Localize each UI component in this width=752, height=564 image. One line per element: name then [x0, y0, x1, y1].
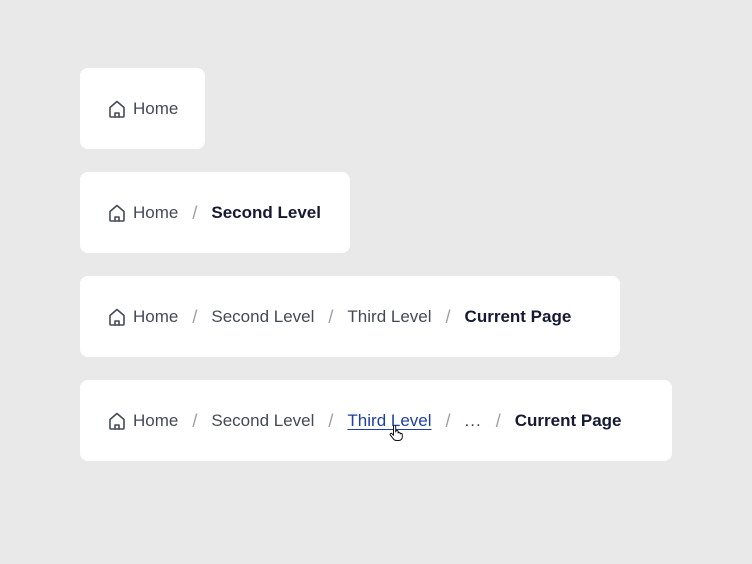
breadcrumb-label-home: Home — [133, 307, 179, 326]
breadcrumb-separator: / — [328, 306, 334, 327]
breadcrumb-item-home[interactable]: Home — [107, 99, 178, 119]
home-icon — [109, 308, 125, 326]
breadcrumb-separator: / — [495, 410, 501, 431]
breadcrumb-separator: / — [192, 202, 198, 223]
home-icon — [109, 100, 125, 118]
breadcrumb-two-levels: Home / Second Level — [80, 172, 350, 253]
breadcrumb-current-page: Second Level — [211, 203, 321, 222]
breadcrumb-item-third-level-hover[interactable]: Third Level — [347, 412, 432, 441]
breadcrumb-current-page: Current Page — [464, 307, 572, 326]
breadcrumb-separator: / — [192, 410, 198, 431]
breadcrumb-home-only: Home — [80, 68, 205, 149]
breadcrumb-item-home[interactable]: Home — [107, 411, 178, 431]
hand-pointer-icon — [390, 425, 404, 441]
breadcrumb-separator: / — [192, 306, 198, 327]
breadcrumb-current-page: Current Page — [514, 411, 622, 430]
breadcrumb-three-levels: Home / Second Level / Third Level / Curr… — [80, 276, 620, 357]
breadcrumb-label-home: Home — [133, 411, 179, 430]
breadcrumb-label-home: Home — [133, 203, 179, 222]
home-icon — [109, 204, 125, 222]
breadcrumb-item-home[interactable]: Home — [107, 307, 178, 327]
breadcrumb-label-home: Home — [133, 99, 179, 118]
breadcrumb-item-second-level[interactable]: Second Level — [211, 412, 314, 429]
breadcrumb-separator: / — [445, 306, 451, 327]
breadcrumb-separator: / — [328, 410, 334, 431]
home-icon — [109, 412, 125, 430]
breadcrumb-ellipsis[interactable]: ... — [465, 412, 482, 429]
breadcrumb-item-home[interactable]: Home — [107, 203, 178, 223]
breadcrumb-separator: / — [445, 410, 451, 431]
breadcrumb-item-second-level[interactable]: Second Level — [211, 308, 314, 325]
breadcrumb-collapsed: Home / Second Level / Third Level / ... … — [80, 380, 672, 461]
breadcrumb-item-third-level[interactable]: Third Level — [347, 308, 431, 325]
